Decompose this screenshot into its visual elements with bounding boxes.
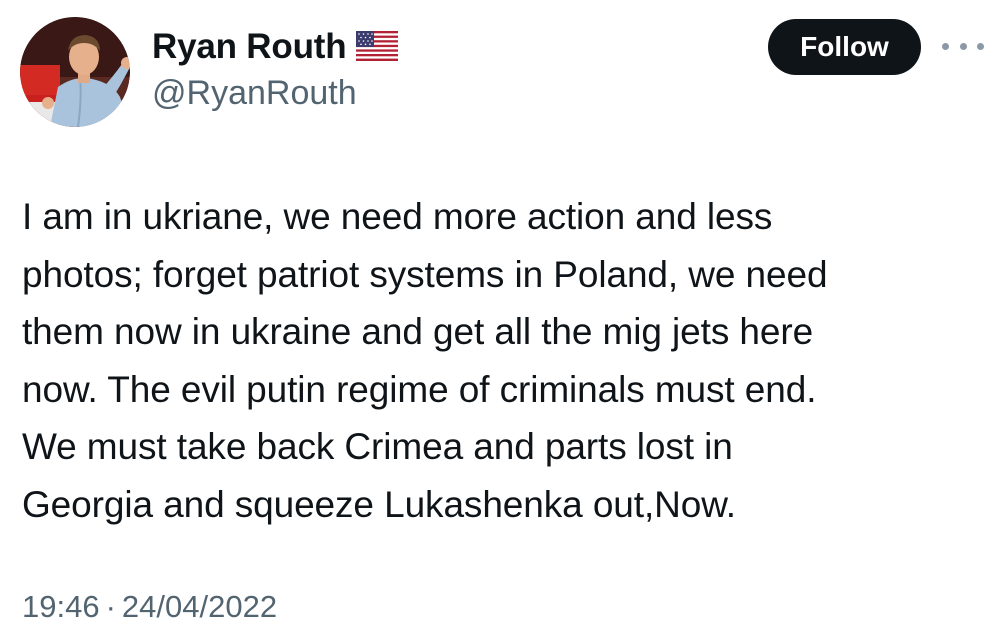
tweet-text-line: photos; forget patriot systems in Poland…: [22, 253, 828, 295]
author-display-name[interactable]: Ryan Routh: [152, 27, 347, 67]
avatar-photo: [20, 17, 130, 127]
tweet-timestamp[interactable]: 19:46 · 24/04/2022: [22, 589, 277, 625]
tweet-text-line: We must take back Crimea and parts lost …: [22, 426, 733, 467]
tweet-text-line: them now in ukraine and get all the mig …: [22, 311, 814, 352]
more-options-icon[interactable]: [942, 38, 984, 54]
dot: [942, 42, 949, 50]
tweet-card: Ryan Routh @RyanRouth Follow I am in ukr…: [0, 0, 1001, 637]
tweet-text: I am in ukriane, we need more action and…: [22, 188, 982, 533]
tweet-text-line: Georgia and squeeze Lukashenka out,Now.: [22, 483, 736, 525]
us-flag-icon: [356, 30, 399, 66]
dot: [959, 42, 967, 50]
author-avatar[interactable]: [20, 17, 130, 127]
author-handle[interactable]: @RyanRouth: [152, 74, 357, 113]
tweet-date: 24/04/2022: [121, 589, 278, 624]
tweet-text-line: now. The evil putin regime of criminals …: [22, 368, 817, 410]
author-name-row: Ryan Routh: [152, 24, 399, 70]
timestamp-separator: ·: [105, 589, 116, 624]
dot: [977, 42, 984, 50]
tweet-text-line: I am in ukriane, we need more action and…: [22, 196, 773, 237]
follow-button[interactable]: Follow: [768, 19, 921, 75]
tweet-time: 19:46: [22, 589, 100, 624]
